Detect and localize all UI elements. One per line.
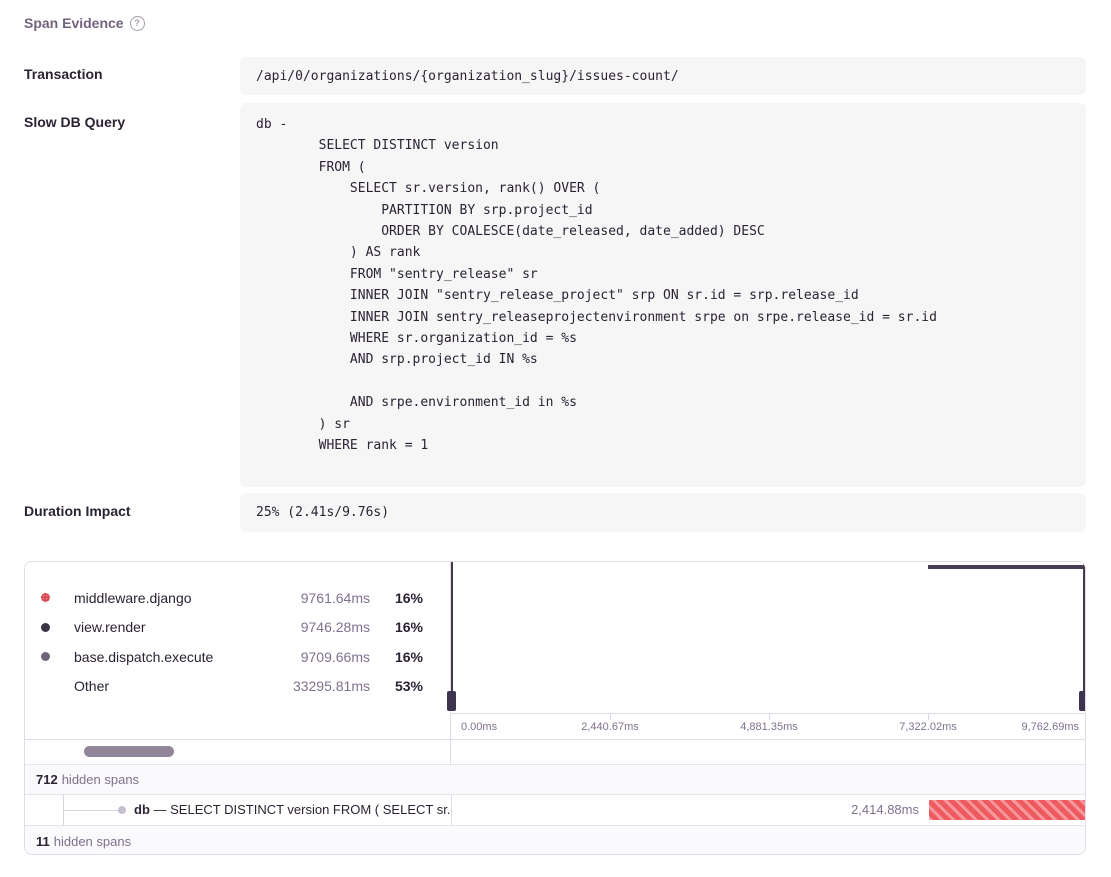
span-separator: — — [154, 802, 167, 817]
sql-query-text: db - SELECT DISTINCT version FROM ( SELE… — [240, 103, 1086, 468]
span-description-text: SELECT DISTINCT version FROM ( SELECT sr… — [170, 802, 450, 817]
scrollbar-row-spacer — [451, 740, 1085, 764]
hidden-spans-row-after[interactable]: 11 hidden spans — [25, 825, 1085, 855]
scrollbar-thumb[interactable] — [84, 746, 174, 757]
legend-percent: 16% — [370, 649, 423, 665]
legend-dot-icon — [41, 652, 50, 661]
hidden-spans-label: hidden spans — [54, 834, 131, 849]
legend-dot-placeholder — [41, 682, 50, 691]
axis-tick-mark — [928, 714, 929, 720]
legend-label: Other — [74, 678, 258, 694]
axis-label-0: 0.00ms — [461, 721, 497, 733]
span-tree-panel: middleware.django 9761.64ms 16% view.ren… — [24, 561, 1086, 855]
span-duration: 2,414.88ms — [851, 795, 919, 825]
legend-row-base-dispatch-execute[interactable]: base.dispatch.execute 9709.66ms 16% — [25, 642, 450, 672]
scrollbar-row — [25, 740, 1085, 764]
tree-horizontal-connector — [63, 810, 120, 811]
duration-impact-label: Duration Impact — [24, 503, 131, 519]
transaction-label: Transaction — [24, 66, 103, 82]
minimap-window-left-handle[interactable] — [451, 562, 453, 696]
minimap-right-grip-icon[interactable] — [1079, 691, 1086, 711]
axis-label-2: 4,881.35ms — [740, 721, 797, 733]
span-description-cell: db — SELECT DISTINCT version FROM ( SELE… — [25, 795, 451, 825]
hidden-spans-row-before[interactable]: 712 hidden spans — [25, 764, 1085, 794]
legend-row-other[interactable]: Other 33295.81ms 53% — [25, 672, 450, 702]
slow-db-query-label: Slow DB Query — [24, 114, 125, 130]
tree-node-dot-icon — [118, 806, 126, 814]
legend-duration: 9709.66ms — [258, 649, 370, 665]
axis-label-3: 7,322.02ms — [899, 721, 956, 733]
axis-tick-mark — [769, 714, 770, 720]
legend-dot-icon — [41, 593, 50, 602]
help-icon[interactable]: ? — [130, 16, 145, 31]
legend-duration: 33295.81ms — [258, 678, 370, 694]
hidden-spans-label: hidden spans — [62, 772, 139, 787]
minimap-window-right-handle[interactable] — [1083, 562, 1085, 696]
legend-label: view.render — [74, 619, 258, 635]
section-heading: Span Evidence ? — [24, 15, 145, 31]
slow-db-query-value: db - SELECT DISTINCT version FROM ( SELE… — [240, 103, 1086, 487]
legend-row-view-render[interactable]: view.render 9746.28ms 16% — [25, 613, 450, 643]
legend-label: base.dispatch.execute — [74, 649, 258, 665]
span-row-db[interactable]: db — SELECT DISTINCT version FROM ( SELE… — [25, 794, 1085, 825]
axis-label-4: 9,762.69ms — [1022, 721, 1079, 733]
hidden-spans-count: 712 — [36, 772, 58, 787]
span-duration-cell: 2,414.88ms — [451, 795, 1085, 825]
axis-label-1: 2,440.67ms — [581, 721, 638, 733]
minimap-time-axis: 0.00ms 2,440.67ms 4,881.35ms 7,322.02ms … — [451, 713, 1085, 740]
legend-row-middleware-django[interactable]: middleware.django 9761.64ms 16% — [25, 583, 450, 613]
scrollbar-track[interactable] — [25, 740, 451, 764]
trace-minimap: 0.00ms 2,440.67ms 4,881.35ms 7,322.02ms … — [451, 562, 1085, 739]
axis-tick-mark — [610, 714, 611, 720]
legend-percent: 16% — [370, 619, 423, 635]
panel-top: middleware.django 9761.64ms 16% view.ren… — [25, 562, 1085, 740]
minimap-selected-span-bar — [928, 565, 1086, 569]
legend-duration: 9746.28ms — [258, 619, 370, 635]
transaction-value: /api/0/organizations/{organization_slug}… — [240, 57, 1086, 95]
legend-percent: 53% — [370, 678, 423, 694]
duration-impact-value: 25% (2.41s/9.76s) — [240, 493, 1086, 532]
legend-label: middleware.django — [74, 590, 258, 606]
legend-duration: 9761.64ms — [258, 590, 370, 606]
span-description: db — SELECT DISTINCT version FROM ( SELE… — [134, 795, 451, 825]
hidden-spans-count: 11 — [36, 834, 50, 849]
section-heading-text: Span Evidence — [24, 15, 124, 31]
span-op: db — [134, 802, 150, 817]
legend-dot-icon — [41, 623, 50, 632]
span-duration-bar[interactable] — [929, 800, 1085, 820]
minimap-left-grip-icon[interactable] — [447, 691, 456, 711]
legend-percent: 16% — [370, 590, 423, 606]
minimap-canvas[interactable] — [451, 562, 1085, 713]
span-legend: middleware.django 9761.64ms 16% view.ren… — [25, 562, 451, 739]
